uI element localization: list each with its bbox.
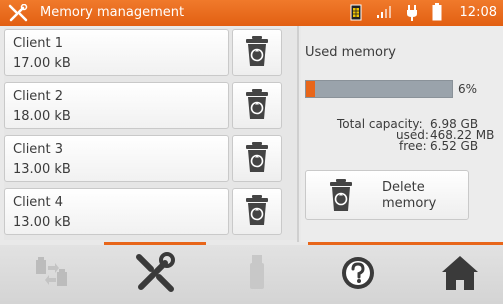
delete-label-line1: Delete xyxy=(382,180,425,195)
delete-client-button[interactable] xyxy=(232,29,282,76)
help-icon xyxy=(339,254,377,296)
transfer-icon xyxy=(33,256,73,294)
used-memory-label: Used memory xyxy=(305,45,396,60)
delete-client-button[interactable] xyxy=(232,135,282,182)
client-card[interactable]: Client 4 13.00 kB xyxy=(4,188,229,235)
list-item: Client 4 13.00 kB xyxy=(4,187,293,236)
trash-icon xyxy=(244,35,270,71)
trash-icon xyxy=(244,88,270,124)
trash-icon xyxy=(244,141,270,177)
screen: Memory management 12:08 Client 1 17.00 k… xyxy=(0,0,503,304)
transfer-button[interactable] xyxy=(3,245,103,304)
memory-panel: Used memory 6% Total capacity: 6.98 GB u… xyxy=(301,26,503,242)
tools-icon[interactable] xyxy=(8,3,28,22)
list-item: Client 3 13.00 kB xyxy=(4,134,293,183)
bottom-nav xyxy=(0,245,503,304)
memory-usage-bar xyxy=(305,80,453,98)
client-card[interactable]: Client 1 17.00 kB xyxy=(4,29,229,76)
signal-icon xyxy=(376,5,392,19)
clock: 12:08 xyxy=(459,4,497,20)
client-size: 17.00 kB xyxy=(13,56,71,71)
client-name: Client 1 xyxy=(13,36,64,51)
delete-client-button[interactable] xyxy=(232,82,282,129)
tools-icon xyxy=(133,251,177,299)
client-name: Client 4 xyxy=(13,195,64,210)
client-size: 18.00 kB xyxy=(13,109,71,124)
client-card[interactable]: Client 2 18.00 kB xyxy=(4,82,229,129)
delete-client-button[interactable] xyxy=(232,188,282,235)
status-icons: 12:08 xyxy=(350,3,497,21)
page-title: Memory management xyxy=(40,5,185,20)
list-item: Client 2 18.00 kB xyxy=(4,81,293,130)
delete-memory-button[interactable]: Delete memory xyxy=(305,170,469,220)
delete-label-line2: memory xyxy=(382,196,437,211)
sim-card-icon xyxy=(350,4,362,21)
memory-usage-fill xyxy=(306,81,315,97)
trash-icon xyxy=(244,194,270,230)
list-item: Client 1 17.00 kB xyxy=(4,28,293,77)
tools-button[interactable] xyxy=(105,245,205,304)
home-icon xyxy=(440,254,480,296)
free-key: free: xyxy=(399,139,427,153)
free-value: 6.52 GB xyxy=(430,139,479,153)
client-card[interactable]: Client 3 13.00 kB xyxy=(4,135,229,182)
plug-icon xyxy=(406,4,418,21)
client-size: 13.00 kB xyxy=(13,215,71,230)
title-bar: Memory management 12:08 xyxy=(0,0,503,26)
delete-memory-label: Delete memory xyxy=(382,180,462,212)
memory-usage-percent: 6% xyxy=(458,82,478,96)
client-size: 13.00 kB xyxy=(13,162,71,177)
client-list: Client 1 17.00 kB Client 2 18.00 kB Clie… xyxy=(4,28,297,240)
usb-icon xyxy=(247,253,267,297)
help-button[interactable] xyxy=(308,245,408,304)
usb-button[interactable] xyxy=(207,245,307,304)
client-name: Client 3 xyxy=(13,142,64,157)
home-button[interactable] xyxy=(410,245,503,304)
battery-icon xyxy=(432,3,442,21)
trash-icon xyxy=(328,178,354,216)
list-scrollbar[interactable] xyxy=(297,26,299,242)
client-name: Client 2 xyxy=(13,89,64,104)
